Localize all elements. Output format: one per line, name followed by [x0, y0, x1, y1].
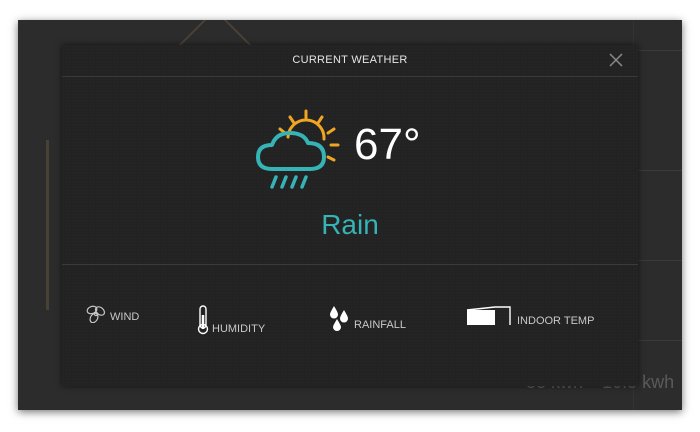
divider: [62, 264, 638, 265]
stat-label: RAINFALL: [354, 319, 406, 331]
stat-wind[interactable]: WIND: [85, 305, 139, 323]
indoor-temp-icon: [466, 306, 511, 325]
background-side-panel: [633, 20, 682, 410]
thermometer-icon: [197, 305, 209, 335]
weather-condition: Rain: [321, 209, 379, 240]
stat-label: HUMIDITY: [212, 323, 266, 335]
stat-label: WIND: [110, 311, 140, 323]
fan-icon: [86, 305, 106, 323]
stat-label: INDOOR TEMP: [517, 315, 595, 327]
close-icon: [609, 53, 623, 67]
modal-title: CURRENT WEATHER: [292, 54, 408, 66]
raindrops-icon: [330, 306, 348, 331]
modal-header: CURRENT WEATHER: [62, 45, 638, 77]
sun-cloud-rain-icon: [256, 109, 340, 189]
close-button[interactable]: [608, 52, 624, 68]
stat-indoor-temp[interactable]: INDOOR TEMP: [466, 305, 594, 327]
current-temperature: 67°: [354, 120, 421, 169]
current-weather-modal: CURRENT WEATHER 67° Rain WIND HUMIDITY R…: [62, 45, 638, 386]
stat-humidity[interactable]: HUMIDITY: [197, 305, 265, 335]
stat-rainfall[interactable]: RAINFALL: [327, 305, 406, 331]
